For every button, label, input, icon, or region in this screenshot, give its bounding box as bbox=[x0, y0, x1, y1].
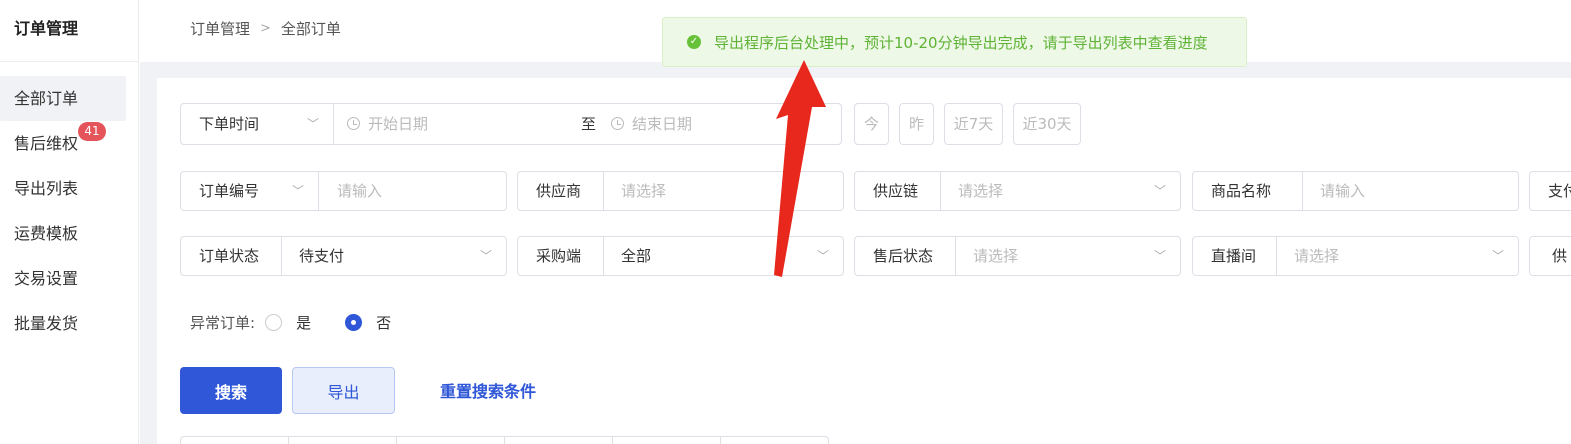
live-room-label: 直播间 bbox=[1193, 237, 1277, 275]
sidebar-item-label: 批量发货 bbox=[14, 314, 79, 333]
sidebar-item-all-orders[interactable]: 全部订单 bbox=[0, 76, 126, 121]
quick-date-30days-button[interactable]: 近30天 bbox=[1013, 103, 1081, 145]
product-name-label: 商品名称 bbox=[1193, 172, 1303, 210]
tab[interactable] bbox=[289, 437, 397, 444]
tab[interactable] bbox=[721, 437, 828, 444]
sidebar-item-batch-shipping[interactable]: 批量发货 bbox=[0, 301, 126, 346]
date-range-picker: 下单时间 ﹀ 开始日期 至 结束日期 bbox=[180, 103, 842, 145]
after-sales-status-label: 售后状态 bbox=[855, 237, 956, 275]
after-sales-count-badge: 41 bbox=[78, 122, 106, 141]
product-name-filter: 商品名称 请输入 bbox=[1192, 171, 1519, 211]
abnormal-order-radio-group: 异常订单: 是 否 bbox=[190, 312, 415, 333]
sidebar-item-label: 全部订单 bbox=[14, 89, 79, 108]
breadcrumb-item-order-management[interactable]: 订单管理 bbox=[190, 18, 250, 39]
purchaser-select[interactable]: 全部 bbox=[621, 237, 651, 275]
tab[interactable] bbox=[505, 437, 613, 444]
abnormal-yes-radio[interactable] bbox=[265, 314, 283, 331]
payment-filter: 支付 bbox=[1529, 171, 1571, 211]
chevron-down-icon: ﹀ bbox=[291, 184, 304, 198]
supply-chain-label: 供应链 bbox=[855, 172, 941, 210]
purchaser-label: 采购端 bbox=[518, 237, 604, 275]
sidebar-item-label: 运费模板 bbox=[14, 224, 79, 243]
search-button[interactable]: 搜索 bbox=[180, 367, 282, 414]
supply-chain-select[interactable]: 请选择 bbox=[958, 172, 1003, 210]
chevron-down-icon: ﹀ bbox=[479, 249, 492, 263]
quick-date-7days-button[interactable]: 近7天 bbox=[944, 103, 1003, 145]
tab[interactable] bbox=[613, 437, 721, 444]
check-circle-icon: ✓ bbox=[687, 35, 701, 49]
abnormal-no-label[interactable]: 否 bbox=[376, 312, 391, 333]
order-status-tabs bbox=[180, 436, 829, 444]
order-number-type-select[interactable]: 订单编号 ﹀ bbox=[181, 172, 319, 210]
order-number-filter: 订单编号 ﹀ 请输入 bbox=[180, 171, 507, 211]
payment-label: 支付 bbox=[1548, 182, 1571, 200]
sidebar-item-label: 售后维权 bbox=[14, 134, 79, 153]
sidebar-item-shipping-template[interactable]: 运费模板 bbox=[0, 211, 126, 256]
product-name-input[interactable]: 请输入 bbox=[1320, 172, 1365, 210]
reset-search-button[interactable]: 重置搜索条件 bbox=[440, 378, 536, 402]
live-room-select[interactable]: 请选择 bbox=[1294, 237, 1339, 275]
supply-filter: 供 bbox=[1529, 236, 1571, 276]
order-number-input[interactable]: 请输入 bbox=[337, 172, 382, 210]
sidebar: 订单管理 全部订单 售后维权 41 导出列表 运费模板 交易设置 批量发货 bbox=[0, 0, 139, 444]
date-type-select[interactable]: 下单时间 ﹀ bbox=[181, 104, 334, 144]
order-status-select[interactable]: 待支付 bbox=[299, 237, 344, 275]
end-date-placeholder: 结束日期 bbox=[632, 115, 693, 133]
annotation-arrow-icon bbox=[774, 60, 826, 277]
chevron-down-icon: ﹀ bbox=[1153, 249, 1166, 263]
sidebar-item-label: 交易设置 bbox=[14, 269, 79, 288]
tab[interactable] bbox=[181, 437, 289, 444]
date-type-value: 下单时间 bbox=[199, 115, 260, 133]
after-sales-status-select[interactable]: 请选择 bbox=[973, 237, 1018, 275]
abnormal-no-radio[interactable] bbox=[345, 314, 363, 331]
quick-date-today-button[interactable]: 今 bbox=[854, 103, 889, 145]
order-status-filter: 订单状态 待支付 ﹀ bbox=[180, 236, 507, 276]
sidebar-item-trade-settings[interactable]: 交易设置 bbox=[0, 256, 126, 301]
after-sales-status-filter: 售后状态 请选择 ﹀ bbox=[854, 236, 1181, 276]
end-date-input[interactable]: 结束日期 bbox=[611, 104, 692, 144]
breadcrumb-item-all-orders: 全部订单 bbox=[280, 20, 341, 38]
supplier-label: 供应商 bbox=[518, 172, 604, 210]
sidebar-item-export-list[interactable]: 导出列表 bbox=[0, 166, 126, 211]
date-range-separator: 至 bbox=[581, 115, 597, 133]
sidebar-nav: 全部订单 售后维权 41 导出列表 运费模板 交易设置 批量发货 bbox=[0, 62, 138, 346]
sidebar-title: 订单管理 bbox=[0, 0, 138, 62]
export-button[interactable]: 导出 bbox=[292, 367, 395, 414]
supplier-select[interactable]: 请选择 bbox=[621, 172, 666, 210]
chevron-down-icon: ﹀ bbox=[1491, 249, 1504, 263]
tab[interactable] bbox=[397, 437, 505, 444]
supply-chain-filter: 供应链 请选择 ﹀ bbox=[854, 171, 1181, 211]
sidebar-item-after-sales[interactable]: 售后维权 41 bbox=[0, 121, 126, 166]
live-room-filter: 直播间 请选择 ﹀ bbox=[1192, 236, 1519, 276]
success-toast: ✓ 导出程序后台处理中，预计10-20分钟导出完成，请于导出列表中查看进度 bbox=[662, 17, 1247, 67]
chevron-right-icon: > bbox=[260, 21, 271, 36]
clock-icon bbox=[611, 117, 624, 130]
start-date-input[interactable]: 开始日期 bbox=[347, 104, 428, 144]
chevron-down-icon: ﹀ bbox=[306, 117, 319, 131]
sidebar-item-label: 导出列表 bbox=[14, 179, 79, 198]
order-number-type-label: 订单编号 bbox=[199, 182, 260, 200]
chevron-down-icon: ﹀ bbox=[1153, 184, 1166, 198]
clock-icon bbox=[347, 117, 360, 130]
breadcrumb: 订单管理 > 全部订单 bbox=[190, 18, 341, 39]
abnormal-yes-label[interactable]: 是 bbox=[296, 312, 311, 333]
toast-message: 导出程序后台处理中，预计10-20分钟导出完成，请于导出列表中查看进度 bbox=[714, 33, 1208, 52]
start-date-placeholder: 开始日期 bbox=[368, 115, 429, 133]
order-status-label: 订单状态 bbox=[181, 237, 282, 275]
supply-label: 供 bbox=[1552, 247, 1568, 265]
quick-date-yesterday-button[interactable]: 昨 bbox=[899, 103, 934, 145]
abnormal-order-label: 异常订单: bbox=[190, 314, 256, 332]
